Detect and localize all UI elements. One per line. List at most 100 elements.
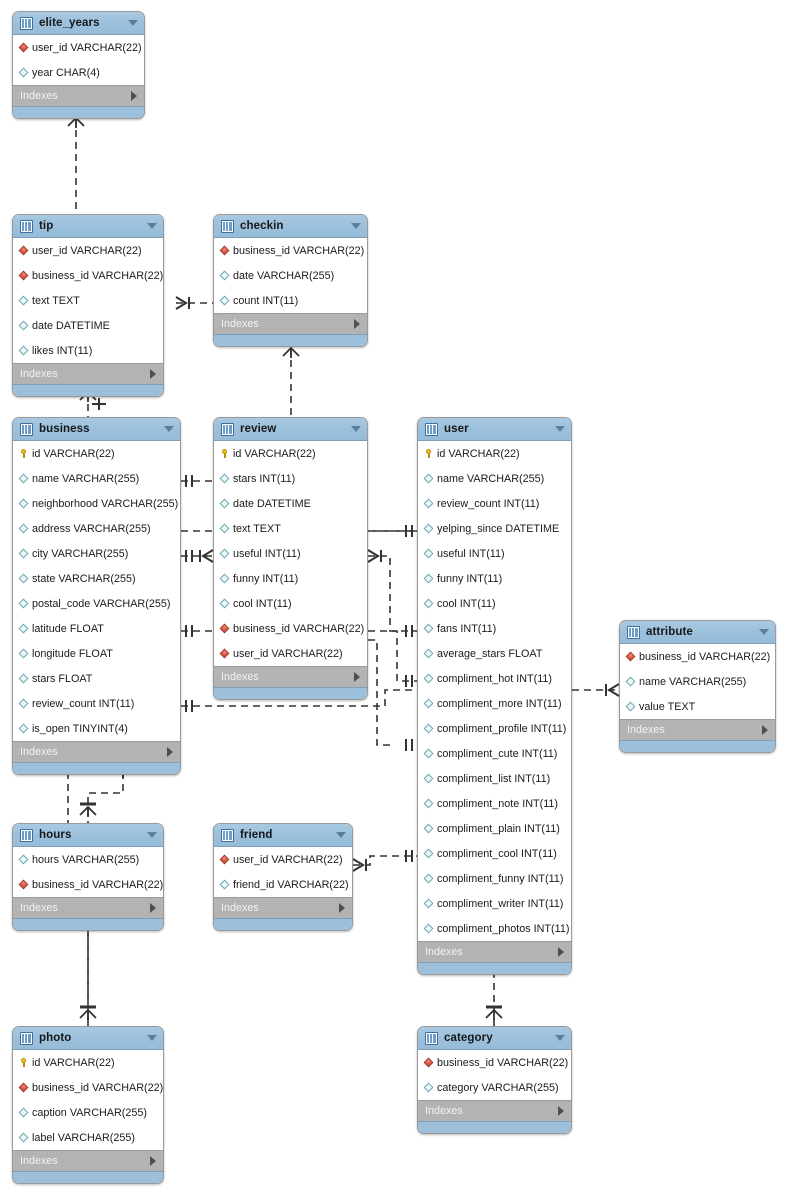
table-header-user[interactable]: user [418,418,571,441]
table-hours[interactable]: hours hours VARCHAR(255) business_id VARCH… [12,823,164,931]
column-row[interactable]: name VARCHAR(255) [418,466,571,491]
table-checkin[interactable]: checkin business_id VARCHAR(22) date VARCH… [213,214,368,347]
column-row[interactable]: funny INT(11) [214,566,367,591]
column-row[interactable]: caption VARCHAR(255) [13,1100,163,1125]
column-row[interactable]: city VARCHAR(255) [13,541,180,566]
chevron-down-icon[interactable] [128,20,138,26]
table-header-tip[interactable]: tip [13,215,163,238]
chevron-right-icon[interactable] [558,947,564,957]
chevron-down-icon[interactable] [147,1035,157,1041]
indexes-section-checkin[interactable]: Indexes [214,313,367,334]
indexes-section-tip[interactable]: Indexes [13,363,163,384]
table-header-hours[interactable]: hours [13,824,163,847]
column-row[interactable]: compliment_more INT(11) [418,691,571,716]
table-header-review[interactable]: review [214,418,367,441]
table-friend[interactable]: friend user_id VARCHAR(22) friend_id VARCH… [213,823,353,931]
column-row[interactable]: category VARCHAR(255) [418,1075,571,1100]
table-header-friend[interactable]: friend [214,824,352,847]
chevron-right-icon[interactable] [354,672,360,682]
chevron-down-icon[interactable] [164,426,174,432]
column-row[interactable]: useful INT(11) [418,541,571,566]
column-row[interactable]: compliment_profile INT(11) [418,716,571,741]
chevron-right-icon[interactable] [131,91,137,101]
column-row[interactable]: name VARCHAR(255) [13,466,180,491]
column-row[interactable]: count INT(11) [214,288,367,313]
column-row[interactable]: compliment_cool INT(11) [418,841,571,866]
column-row[interactable]: state VARCHAR(255) [13,566,180,591]
chevron-down-icon[interactable] [351,223,361,229]
column-row[interactable]: yelping_since DATETIME [418,516,571,541]
column-row[interactable]: user_id VARCHAR(22) [214,847,352,872]
column-row[interactable]: text TEXT [13,288,163,313]
column-row[interactable]: compliment_note INT(11) [418,791,571,816]
table-business[interactable]: business id VARCHAR(22) name VARCHAR(255) n… [12,417,181,775]
column-row[interactable]: compliment_hot INT(11) [418,666,571,691]
column-row[interactable]: cool INT(11) [418,591,571,616]
column-row[interactable]: year CHAR(4) [13,60,144,85]
table-tip[interactable]: tip user_id VARCHAR(22) business_id VARCHA… [12,214,164,397]
indexes-section-attribute[interactable]: Indexes [620,719,775,740]
column-row[interactable]: compliment_cute INT(11) [418,741,571,766]
indexes-section-review[interactable]: Indexes [214,666,367,687]
column-row[interactable]: postal_code VARCHAR(255) [13,591,180,616]
column-row[interactable]: compliment_list INT(11) [418,766,571,791]
chevron-right-icon[interactable] [150,903,156,913]
column-row[interactable]: funny INT(11) [418,566,571,591]
column-row[interactable]: date VARCHAR(255) [214,263,367,288]
column-row[interactable]: business_id VARCHAR(22) [214,238,367,263]
column-row[interactable]: user_id VARCHAR(22) [13,35,144,60]
table-category[interactable]: category business_id VARCHAR(22) category … [417,1026,572,1134]
chevron-right-icon[interactable] [150,1156,156,1166]
indexes-section-category[interactable]: Indexes [418,1100,571,1121]
eer-diagram-canvas[interactable]: elite_years user_id VARCHAR(22) year CHAR(… [0,0,785,1192]
column-row[interactable]: neighborhood VARCHAR(255) [13,491,180,516]
chevron-down-icon[interactable] [759,629,769,635]
column-row[interactable]: text TEXT [214,516,367,541]
column-row[interactable]: business_id VARCHAR(22) [13,263,163,288]
indexes-section-friend[interactable]: Indexes [214,897,352,918]
column-row[interactable]: user_id VARCHAR(22) [214,641,367,666]
chevron-right-icon[interactable] [558,1106,564,1116]
column-row[interactable]: id VARCHAR(22) [13,441,180,466]
chevron-right-icon[interactable] [339,903,345,913]
column-row[interactable]: compliment_writer INT(11) [418,891,571,916]
column-row[interactable]: likes INT(11) [13,338,163,363]
column-row[interactable]: id VARCHAR(22) [214,441,367,466]
column-row[interactable]: address VARCHAR(255) [13,516,180,541]
chevron-down-icon[interactable] [555,426,565,432]
indexes-section-photo[interactable]: Indexes [13,1150,163,1171]
table-user[interactable]: user id VARCHAR(22) name VARCHAR(255) revie… [417,417,572,975]
column-row[interactable]: useful INT(11) [214,541,367,566]
column-row[interactable]: review_count INT(11) [418,491,571,516]
column-row[interactable]: fans INT(11) [418,616,571,641]
column-row[interactable]: review_count INT(11) [13,691,180,716]
column-row[interactable]: business_id VARCHAR(22) [13,1075,163,1100]
column-row[interactable]: compliment_photos INT(11) [418,916,571,941]
column-row[interactable]: business_id VARCHAR(22) [214,616,367,641]
column-row[interactable]: stars INT(11) [214,466,367,491]
table-header-photo[interactable]: photo [13,1027,163,1050]
table-review[interactable]: review id VARCHAR(22) stars INT(11) date DA… [213,417,368,700]
chevron-down-icon[interactable] [336,832,346,838]
column-row[interactable]: is_open TINYINT(4) [13,716,180,741]
column-row[interactable]: value TEXT [620,694,775,719]
indexes-section-elite_years[interactable]: Indexes [13,85,144,106]
table-photo[interactable]: photo id VARCHAR(22) business_id VARCHAR(2… [12,1026,164,1184]
chevron-down-icon[interactable] [555,1035,565,1041]
column-row[interactable]: id VARCHAR(22) [418,441,571,466]
column-row[interactable]: business_id VARCHAR(22) [620,644,775,669]
column-row[interactable]: friend_id VARCHAR(22) [214,872,352,897]
indexes-section-user[interactable]: Indexes [418,941,571,962]
table-header-attribute[interactable]: attribute [620,621,775,644]
chevron-down-icon[interactable] [351,426,361,432]
column-row[interactable]: business_id VARCHAR(22) [418,1050,571,1075]
column-row[interactable]: latitude FLOAT [13,616,180,641]
column-row[interactable]: user_id VARCHAR(22) [13,238,163,263]
table-header-checkin[interactable]: checkin [214,215,367,238]
column-row[interactable]: id VARCHAR(22) [13,1050,163,1075]
indexes-section-business[interactable]: Indexes [13,741,180,762]
column-row[interactable]: date DATETIME [13,313,163,338]
table-elite_years[interactable]: elite_years user_id VARCHAR(22) year CHAR(… [12,11,145,119]
column-row[interactable]: name VARCHAR(255) [620,669,775,694]
column-row[interactable]: business_id VARCHAR(22) [13,872,163,897]
